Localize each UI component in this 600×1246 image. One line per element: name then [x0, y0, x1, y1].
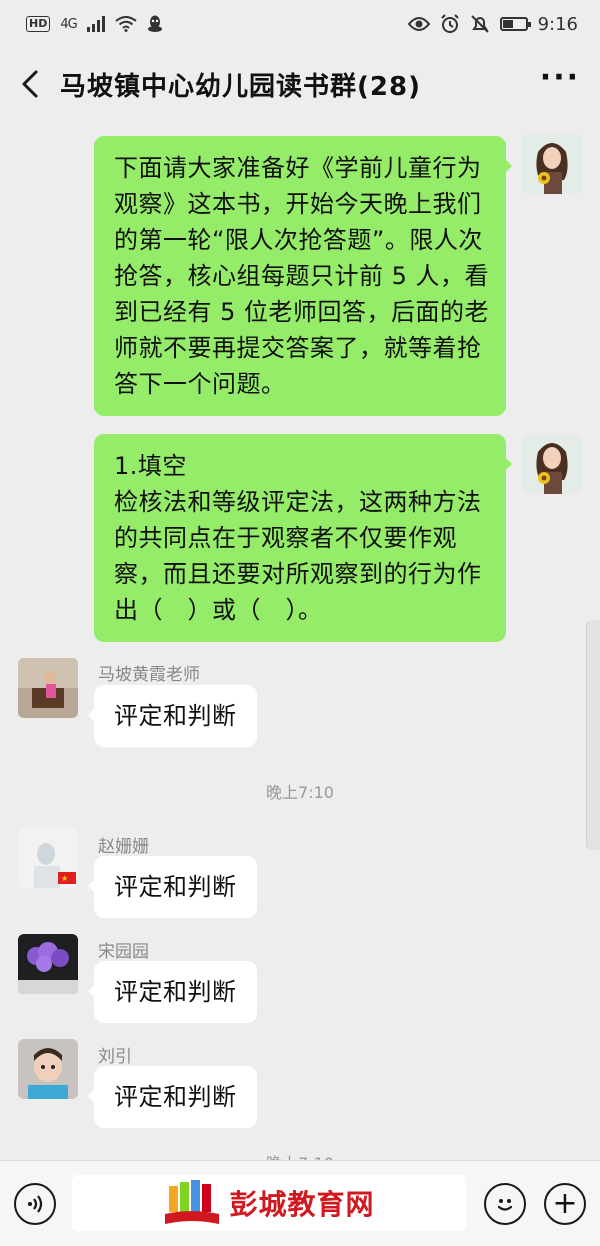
svg-text:★: ★ — [61, 874, 68, 883]
sender-name: 宋园园 — [98, 942, 149, 962]
message-line: 抢答，核心组每题只计前 5 人，看 — [114, 262, 490, 290]
emoji-button[interactable] — [484, 1183, 526, 1225]
message-line: 到已经有 5 位老师回答，后面的老 — [114, 298, 490, 326]
hd-badge: HD — [26, 16, 51, 32]
timestamp: 晚上7:10 — [266, 783, 334, 802]
watermark-text: 彭城教育网 — [229, 1188, 375, 1221]
sender-name: 赵姗姗 — [98, 837, 149, 857]
message-text: 评定和判断 — [114, 1083, 237, 1111]
input-bar: 彭城教育网 + — [0, 1160, 600, 1246]
message-line: 1.填空 — [114, 452, 187, 480]
my-message-bubble[interactable]: 下面请大家准备好《学前儿童行为 观察》这本书，开始今天晚上我们 的第一轮“限人次… — [94, 136, 512, 416]
message-line: 察，而且还要对所观察到的行为作 — [114, 560, 482, 588]
message-text: 评定和判断 — [114, 873, 237, 901]
chat-header: 马坡镇中心幼儿园读书群(28) ··· — [0, 48, 600, 120]
message-list[interactable]: 下面请大家准备好《学前儿童行为 观察》这本书，开始今天晚上我们 的第一轮“限人次… — [0, 120, 600, 1160]
message-line: 师就不要再提交答案了，就等着抢 — [114, 334, 482, 362]
status-left: HD 4G — [26, 15, 163, 33]
my-avatar[interactable] — [522, 434, 582, 494]
message-line: 下面请大家准备好《学前儿童行为 — [114, 154, 482, 182]
sender-name: 马坡黄霞老师 — [98, 665, 200, 685]
chat-title: 马坡镇中心幼儿园读书群(28) — [60, 71, 421, 102]
message-line: 的第一轮“限人次抢答题”。限人次 — [114, 226, 483, 254]
message-input[interactable]: 彭城教育网 — [72, 1175, 466, 1231]
eye-icon — [407, 17, 430, 31]
voice-button[interactable] — [14, 1183, 56, 1225]
my-message-bubble[interactable]: 1.填空 检核法和等级评定法，这两种方法 的共同点在于观察者不仅要作观 察，而且… — [94, 434, 512, 642]
sender-avatar[interactable] — [18, 1039, 78, 1099]
sender-avatar[interactable] — [18, 658, 78, 718]
message-bubble[interactable]: 评定和判断 — [88, 961, 257, 1023]
message-line: 检核法和等级评定法，这两种方法 — [114, 488, 482, 516]
emoji-icon — [497, 1199, 513, 1211]
message-line: 的共同点在于观察者不仅要作观 — [114, 524, 457, 552]
sender-avatar[interactable]: ★ — [18, 828, 78, 888]
timestamp: 晚上7:10 — [0, 1150, 600, 1160]
message-bubble[interactable]: 评定和判断 — [88, 856, 257, 918]
mute-bell-icon — [470, 15, 489, 33]
status-bar: HD 4G 9:16 — [0, 0, 600, 48]
message-bubble[interactable]: 评定和判断 — [88, 685, 257, 747]
battery-icon — [499, 17, 531, 31]
back-icon[interactable] — [20, 64, 54, 104]
network-label: 4G — [60, 16, 77, 32]
message-text: 评定和判断 — [114, 702, 237, 730]
book-logo-icon — [165, 1180, 220, 1224]
more-options-icon[interactable]: ··· — [540, 60, 580, 109]
qq-icon — [147, 15, 162, 32]
plus-button[interactable]: + — [544, 1183, 586, 1225]
sender-avatar[interactable] — [18, 934, 78, 994]
message-line: 出（ ）或（ ）。 — [114, 596, 323, 624]
battery-level — [502, 20, 514, 28]
scroll-handle[interactable] — [586, 620, 600, 850]
wifi-icon — [115, 16, 137, 32]
clock: 9:16 — [537, 13, 578, 35]
message-bubble[interactable]: 评定和判断 — [88, 1066, 257, 1128]
message-line: 观察》这本书，开始今天晚上我们 — [114, 190, 482, 218]
my-avatar[interactable] — [522, 134, 582, 194]
plus-icon: + — [552, 1186, 578, 1221]
message-line: 答下一个问题。 — [114, 370, 286, 398]
signal-icon — [86, 16, 105, 32]
sender-name: 刘引 — [98, 1047, 132, 1067]
status-right: 9:16 — [407, 13, 578, 35]
alarm-icon — [440, 14, 459, 33]
voice-icon — [28, 1195, 43, 1213]
message-text: 评定和判断 — [114, 978, 237, 1006]
